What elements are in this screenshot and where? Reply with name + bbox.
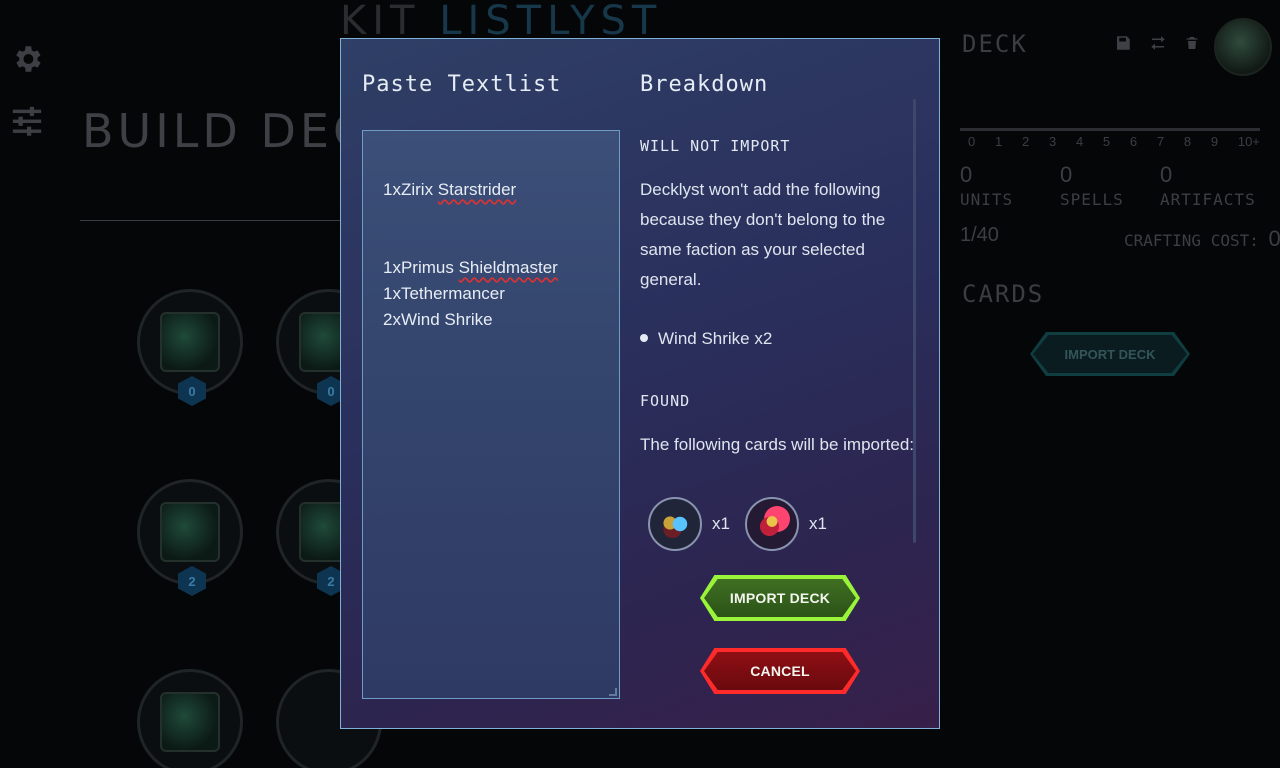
artifacts-label: ARTIFACTS (1160, 190, 1256, 209)
cancel-button[interactable]: CANCEL (700, 648, 860, 694)
import-deck-button-bg[interactable]: IMPORT DECK (1030, 332, 1190, 376)
mana-tick: 10+ (1237, 134, 1260, 149)
card-slot[interactable]: 2 (137, 479, 243, 596)
mana-tick: 0 (968, 134, 976, 149)
import-deck-button[interactable]: IMPORT DECK (700, 575, 860, 621)
textlist-line: 1xPrimus Shieldmaster (383, 258, 558, 278)
excluded-card-label: Wind Shrike x2 (658, 329, 773, 348)
general-avatar[interactable] (1214, 18, 1272, 76)
trash-icon[interactable] (1184, 34, 1200, 52)
deck-toolbar (1114, 34, 1200, 52)
mana-curve-ticks: 0 1 2 3 4 5 6 7 8 9 10+ (968, 134, 1260, 149)
divider (80, 220, 342, 221)
line-name-misspelled: Starstrider (437, 180, 517, 199)
line-qty: 1x (383, 258, 401, 277)
found-card-item: x1 (648, 497, 730, 551)
mana-tick: 4 (1075, 134, 1084, 149)
found-card-item: x1 (745, 497, 827, 551)
card-slot[interactable] (137, 669, 243, 768)
artifacts-stat: 0 ARTIFACTS (1160, 162, 1256, 209)
mana-curve-bar (960, 128, 1260, 131)
import-deck-button-label: IMPORT DECK (704, 579, 856, 617)
crafting-cost: CRAFTING COST: 0 (1124, 226, 1280, 252)
found-card-qty: x1 (809, 514, 827, 533)
mana-cost-badge: 2 (178, 566, 206, 596)
bullet-icon (640, 333, 648, 342)
card-slot[interactable]: 0 (137, 289, 243, 406)
line-name: Zirix (400, 180, 438, 199)
units-label: UNITS (960, 190, 1014, 209)
found-description: The following cards will be imported: (640, 435, 915, 454)
line-qty: 2x (383, 310, 401, 329)
swap-icon[interactable] (1148, 34, 1168, 52)
deck-count: 1/40 (960, 224, 999, 246)
import-modal: Paste Textlist Breakdown 1xZirix Starstr… (340, 38, 940, 729)
import-deck-label: IMPORT DECK (1033, 335, 1187, 373)
line-name: Wind Shrike (400, 310, 493, 329)
deck-panel: DECK 0 1 2 3 4 5 6 7 8 9 10+ 0 UNITS 0 S… (942, 0, 1280, 768)
resize-grip-icon[interactable] (609, 688, 617, 696)
textlist-line: 2xWind Shrike (383, 310, 493, 330)
deck-title: DECK (962, 30, 1028, 58)
crafting-value: 0 (1268, 226, 1280, 251)
breakdown-scrollbar[interactable] (913, 99, 916, 543)
card-art (160, 312, 220, 372)
sliders-icon[interactable] (10, 104, 44, 138)
mana-tick: 8 (1183, 134, 1192, 149)
spells-value: 0 (1060, 162, 1073, 187)
cards-title: CARDS (962, 280, 1045, 308)
spells-stat: 0 SPELLS (1060, 162, 1124, 209)
units-value: 0 (960, 162, 973, 187)
line-qty: 1x (383, 284, 401, 303)
spells-label: SPELLS (1060, 190, 1124, 209)
textlist-line: 1xTethermancer (383, 284, 505, 304)
card-portrait-icon (745, 497, 799, 551)
cancel-button-label: CANCEL (704, 652, 856, 690)
card-art (160, 692, 220, 752)
line-qty: 1x (383, 180, 401, 199)
line-name: Tethermancer (400, 284, 505, 303)
artifacts-value: 0 (1160, 162, 1173, 187)
textlist-textarea[interactable]: 1xZirix Starstrider 1xPrimus Shieldmaste… (362, 130, 620, 699)
breakdown-title: Breakdown (640, 72, 769, 97)
crafting-label: CRAFTING COST: (1124, 231, 1259, 250)
line-name-misspelled: Shieldmaster (458, 258, 558, 277)
textlist-line: 1xZirix Starstrider (383, 180, 516, 200)
save-icon[interactable] (1114, 34, 1132, 52)
excluded-card-item: Wind Shrike x2 (640, 329, 772, 349)
mana-tick: 7 (1156, 134, 1165, 149)
units-stat: 0 UNITS (960, 162, 1013, 209)
found-card-qty: x1 (712, 514, 730, 533)
will-not-import-description: Decklyst won't add the following because… (640, 180, 886, 289)
line-name: Primus (400, 258, 459, 277)
mana-tick: 9 (1210, 134, 1219, 149)
will-not-import-heading: WILL NOT IMPORT (640, 137, 791, 155)
card-art (160, 502, 220, 562)
paste-textlist-title: Paste Textlist (362, 72, 562, 97)
found-heading: FOUND (640, 392, 691, 410)
gear-icon[interactable] (10, 42, 44, 76)
card-portrait-icon (648, 497, 702, 551)
mana-tick: 2 (1021, 134, 1030, 149)
mana-tick: 6 (1129, 134, 1138, 149)
mana-tick: 5 (1102, 134, 1111, 149)
mana-cost-badge: 0 (178, 376, 206, 406)
mana-tick: 3 (1048, 134, 1057, 149)
mana-tick: 1 (994, 134, 1003, 149)
